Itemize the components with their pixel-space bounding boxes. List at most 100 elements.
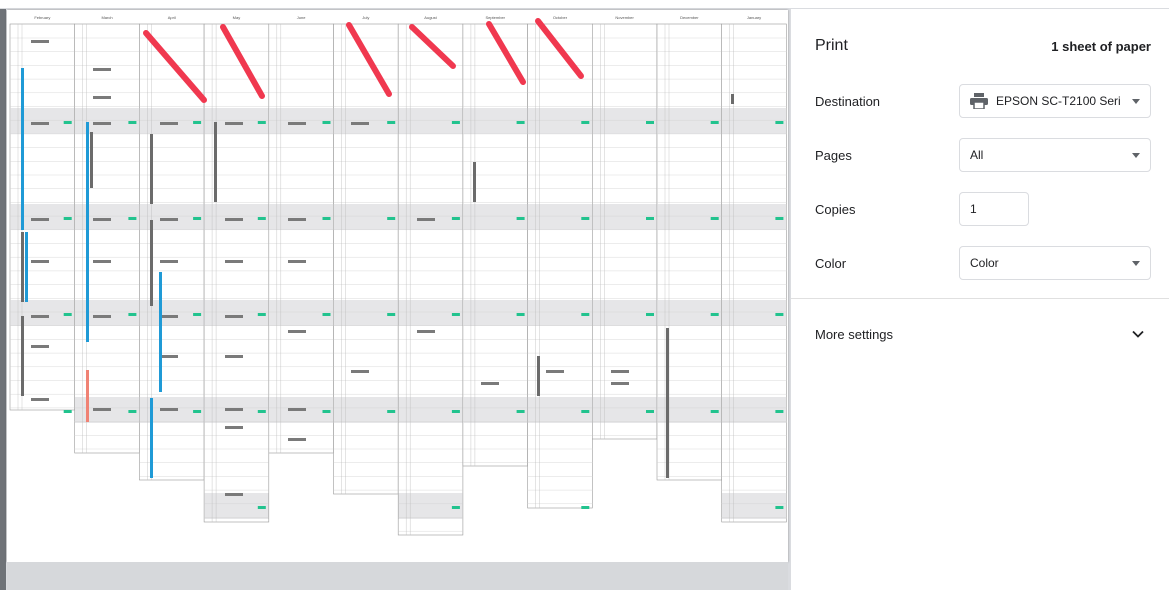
event-chip — [225, 408, 243, 411]
event-chip — [288, 438, 306, 441]
week-tag — [646, 313, 654, 316]
week-tag — [516, 217, 525, 220]
chevron-down-icon[interactable] — [1131, 327, 1145, 341]
pages-value: All — [970, 148, 984, 162]
month-label: December — [680, 15, 699, 20]
month-label: October — [552, 15, 568, 20]
week-tag — [387, 410, 396, 413]
event-bar — [90, 132, 93, 188]
month-column — [203, 23, 270, 523]
event-chip — [93, 96, 111, 99]
week-tag — [516, 410, 525, 413]
event-chip — [288, 408, 306, 411]
week-tag — [128, 217, 137, 220]
printer-icon — [970, 93, 988, 109]
week-tag — [516, 313, 525, 316]
week-tag — [322, 410, 331, 413]
preview-bottom — [7, 562, 788, 590]
top-strip — [0, 0, 1169, 9]
event-chip — [611, 382, 629, 385]
week-tag — [387, 313, 396, 316]
event-chip — [225, 426, 243, 429]
week-tag — [128, 410, 137, 413]
week-tag — [63, 121, 72, 124]
caret-down-icon — [1132, 153, 1140, 158]
event-bar — [21, 178, 24, 230]
event-chip — [31, 315, 49, 318]
event-chip — [31, 398, 49, 401]
week-tag — [387, 121, 396, 124]
event-chip — [93, 68, 111, 71]
week-tag — [581, 410, 590, 413]
event-bar — [537, 356, 540, 396]
event-chip — [160, 122, 178, 125]
event-chip — [31, 345, 49, 348]
destination-value: EPSON SC-T2100 Seri — [996, 94, 1121, 108]
event-chip — [288, 218, 306, 221]
event-bar — [150, 134, 153, 204]
month-label: April — [167, 15, 176, 20]
week-tag — [387, 217, 396, 220]
destination-select[interactable]: EPSON SC-T2100 Seri — [959, 84, 1151, 118]
print-settings-panel: Print 1 sheet of paper Destination EPSON… — [791, 9, 1169, 590]
week-tag — [710, 313, 719, 316]
caret-down-icon — [1132, 261, 1140, 266]
divider — [791, 298, 1169, 299]
print-preview: February March April May June July August Septe… — [0, 9, 791, 590]
color-select[interactable]: Color — [959, 246, 1151, 280]
week-tag — [710, 410, 719, 413]
print-title: Print — [815, 37, 848, 54]
event-chip — [93, 218, 111, 221]
month-label: June — [296, 15, 306, 20]
event-chip — [611, 370, 629, 373]
caret-down-icon — [1132, 99, 1140, 104]
week-tag — [581, 121, 590, 124]
event-chip — [93, 122, 111, 125]
color-label: Color — [815, 256, 847, 271]
week-tag — [516, 121, 525, 124]
week-tag — [322, 313, 331, 316]
week-tag — [451, 121, 460, 124]
pages-select[interactable]: All — [959, 138, 1151, 172]
event-chip — [160, 355, 178, 358]
event-chip — [93, 408, 111, 411]
week-tag — [63, 217, 72, 220]
week-tag — [581, 313, 590, 316]
event-bar — [150, 398, 153, 478]
week-tag — [63, 313, 72, 316]
event-bar — [473, 162, 476, 202]
calendar-grid — [9, 18, 787, 536]
month-column — [74, 23, 140, 454]
event-bar — [25, 232, 28, 302]
more-settings-toggle[interactable]: More settings — [815, 327, 893, 342]
week-tag — [775, 410, 784, 413]
week-tag — [451, 217, 460, 220]
event-chip — [160, 260, 178, 263]
event-bar — [150, 220, 153, 306]
week-tag — [257, 217, 266, 220]
week-tag — [451, 313, 460, 316]
week-tag — [193, 217, 202, 220]
pages-label: Pages — [815, 148, 852, 163]
event-bar — [86, 122, 89, 342]
event-chip — [31, 218, 49, 221]
event-bar — [21, 232, 24, 302]
week-tag — [63, 410, 72, 413]
week-tag — [451, 410, 460, 413]
month-label: May — [232, 15, 241, 20]
event-chip — [93, 260, 111, 263]
week-tag — [710, 121, 719, 124]
week-tag — [775, 121, 784, 124]
week-tag — [193, 313, 202, 316]
copies-input[interactable]: 1 — [959, 192, 1029, 226]
event-chip — [225, 218, 243, 221]
event-chip — [31, 260, 49, 263]
week-tag — [322, 217, 331, 220]
event-chip — [31, 122, 49, 125]
preview-edge — [0, 9, 6, 590]
event-chip — [31, 40, 49, 43]
event-chip — [225, 493, 243, 496]
event-chip — [288, 260, 306, 263]
month-label: November — [615, 15, 634, 20]
month-column — [268, 23, 334, 454]
